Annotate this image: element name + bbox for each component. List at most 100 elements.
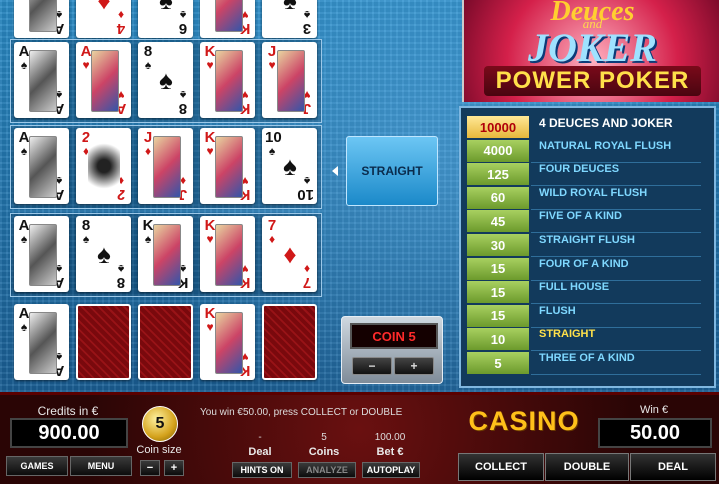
autoplay-button[interactable]: AUTOPLAY <box>362 462 420 478</box>
hand-name: FLUSH <box>539 304 576 317</box>
playing-card[interactable]: K♥K♥ <box>200 42 255 118</box>
collect-button[interactable]: COLLECT <box>458 453 544 481</box>
playing-card[interactable]: 8 ♠ 8 ♠ ♠ <box>76 216 131 292</box>
joker-art-icon <box>88 138 120 194</box>
win-label: Win € <box>639 404 669 416</box>
playing-card[interactable]: A♠A♠ <box>14 42 69 118</box>
suit-icon: ♠ <box>97 238 111 269</box>
card-rank: 10 ♠ <box>265 129 282 158</box>
playing-card[interactable]: A♠A♠ <box>14 216 69 292</box>
paytable-row: 15 FULL HOUSE <box>465 281 710 304</box>
result-arrow-icon <box>332 166 338 176</box>
coin-size-plus-button[interactable]: + <box>164 460 184 476</box>
coin-minus-button[interactable]: − <box>352 357 392 375</box>
hand-result-label: STRAIGHT <box>346 136 438 206</box>
coin-plus-button[interactable]: + <box>394 357 434 375</box>
coins-label: Coins <box>308 446 340 458</box>
card-rank: 3 ♠ <box>300 8 314 37</box>
payout-value: 15 <box>467 257 529 280</box>
hand-name: 4 DEUCES AND JOKER <box>539 116 673 130</box>
coin-selector: COIN 5 − + <box>341 316 443 384</box>
paytable-row: 45 FIVE OF A KIND <box>465 210 710 233</box>
playing-card[interactable]: A♠A♠ <box>14 304 69 380</box>
analyze-button[interactable]: ANALYZE <box>298 462 356 478</box>
playing-card[interactable]: 3♠3♠♠ <box>262 0 317 38</box>
payout-value: 125 <box>467 163 529 186</box>
ace-art-icon <box>29 50 57 112</box>
payout-value: 10000 <box>467 116 529 138</box>
playing-card[interactable]: 8 ♠ 8 ♠ ♠ <box>138 42 193 118</box>
paytable: 10000 4 DEUCES AND JOKER 4000 NATURAL ROYAL… <box>459 106 716 388</box>
payout-value: 60 <box>467 186 529 209</box>
paytable-row: 10 STRAIGHT <box>465 328 710 351</box>
logo-joker: JOKER <box>528 25 657 70</box>
card-rank: 8 ♠ <box>176 88 190 117</box>
card-rank: 7 ♦ <box>300 262 314 291</box>
suit-icon: ♠ <box>159 64 173 95</box>
suit-icon: ♠ <box>154 0 178 28</box>
menu-button[interactable]: MENU <box>70 456 132 476</box>
face-art-icon <box>215 224 243 286</box>
suit-icon: ♠ <box>268 144 276 158</box>
playing-card[interactable]: A♠A♠ <box>14 128 69 204</box>
deal-button[interactable]: DEAL <box>630 453 716 481</box>
casino-logo: CASINO <box>468 406 580 436</box>
coin-size-minus-button[interactable]: − <box>140 460 160 476</box>
coins-count: 5 <box>321 432 327 443</box>
payout-value: 45 <box>467 210 529 233</box>
paytable-row: 60 WILD ROYAL FLUSH <box>465 186 710 209</box>
ace-art-icon <box>29 224 57 286</box>
ace-art-icon <box>29 0 57 32</box>
playing-card[interactable]: 6♠6♠♠ <box>138 0 193 38</box>
hints-button[interactable]: HINTS ON <box>232 462 292 478</box>
coin-display: COIN 5 <box>350 323 438 349</box>
playing-card[interactable]: K♥K♥ <box>200 304 255 380</box>
playing-card[interactable]: 2 ♦ 2 ♦ <box>76 128 131 204</box>
suit-icon: ♦ <box>268 232 276 246</box>
paytable-row: 10000 4 DEUCES AND JOKER <box>465 116 710 138</box>
bet-value: 100.00 <box>374 432 406 443</box>
playing-card[interactable]: J ♥ J ♥ <box>262 42 317 118</box>
card-back[interactable] <box>262 304 317 380</box>
card-rank: 10 ♠ <box>297 174 314 203</box>
playing-card[interactable]: K♥K♥ <box>200 0 255 38</box>
hand-name: FOUR OF A KIND <box>539 257 629 270</box>
playing-card[interactable]: J ♦ J ♦ <box>138 128 193 204</box>
card-back[interactable] <box>138 304 193 380</box>
deal-label: Deal <box>248 446 272 458</box>
paytable-divider <box>531 374 701 375</box>
hand-name: STRAIGHT <box>539 328 596 341</box>
control-bar-edge <box>0 392 719 395</box>
playing-card[interactable]: 4♦4♦♦ <box>76 0 131 38</box>
playing-card[interactable]: K♥K♥ <box>200 128 255 204</box>
playing-card[interactable]: 7 ♦ 7 ♦ ♦ <box>262 216 317 292</box>
card-back[interactable] <box>76 304 131 380</box>
hand-name: FULL HOUSE <box>539 281 610 294</box>
hand-name: WILD ROYAL FLUSH <box>539 186 648 199</box>
card-rank: 7 ♦ <box>265 218 279 245</box>
payout-value: 10 <box>467 328 529 351</box>
playing-card[interactable]: A♠A♠ <box>14 0 69 38</box>
face-art-icon <box>91 50 119 112</box>
hand-name: NATURAL ROYAL FLUSH <box>539 139 672 152</box>
ace-art-icon <box>29 136 57 198</box>
win-value: 50.00 <box>598 418 712 448</box>
payout-value: 4000 <box>467 139 529 162</box>
playing-card[interactable]: A ♥ A ♥ <box>76 42 131 118</box>
credits-label: Credits in € <box>37 404 99 418</box>
suit-icon: ♦ <box>283 238 297 269</box>
double-button[interactable]: DOUBLE <box>545 453 629 481</box>
playing-card[interactable]: K ♠ K ♠ <box>138 216 193 292</box>
coin-size-label: Coin size <box>136 444 182 456</box>
deal-count: - <box>258 432 262 443</box>
playing-card[interactable]: K♥K♥ <box>200 216 255 292</box>
face-art-icon <box>153 224 181 286</box>
paytable-row: 15 FOUR OF A KIND <box>465 257 710 280</box>
suit-icon: ♠ <box>283 150 297 181</box>
hand-name: THREE OF A KIND <box>539 352 635 364</box>
games-button[interactable]: GAMES <box>6 456 68 476</box>
playing-card[interactable]: 10 ♠ 10 ♠ ♠ <box>262 128 317 204</box>
face-art-icon <box>215 0 243 32</box>
paytable-row: 15 FLUSH <box>465 304 710 327</box>
suit-icon: ♠ <box>278 0 302 28</box>
